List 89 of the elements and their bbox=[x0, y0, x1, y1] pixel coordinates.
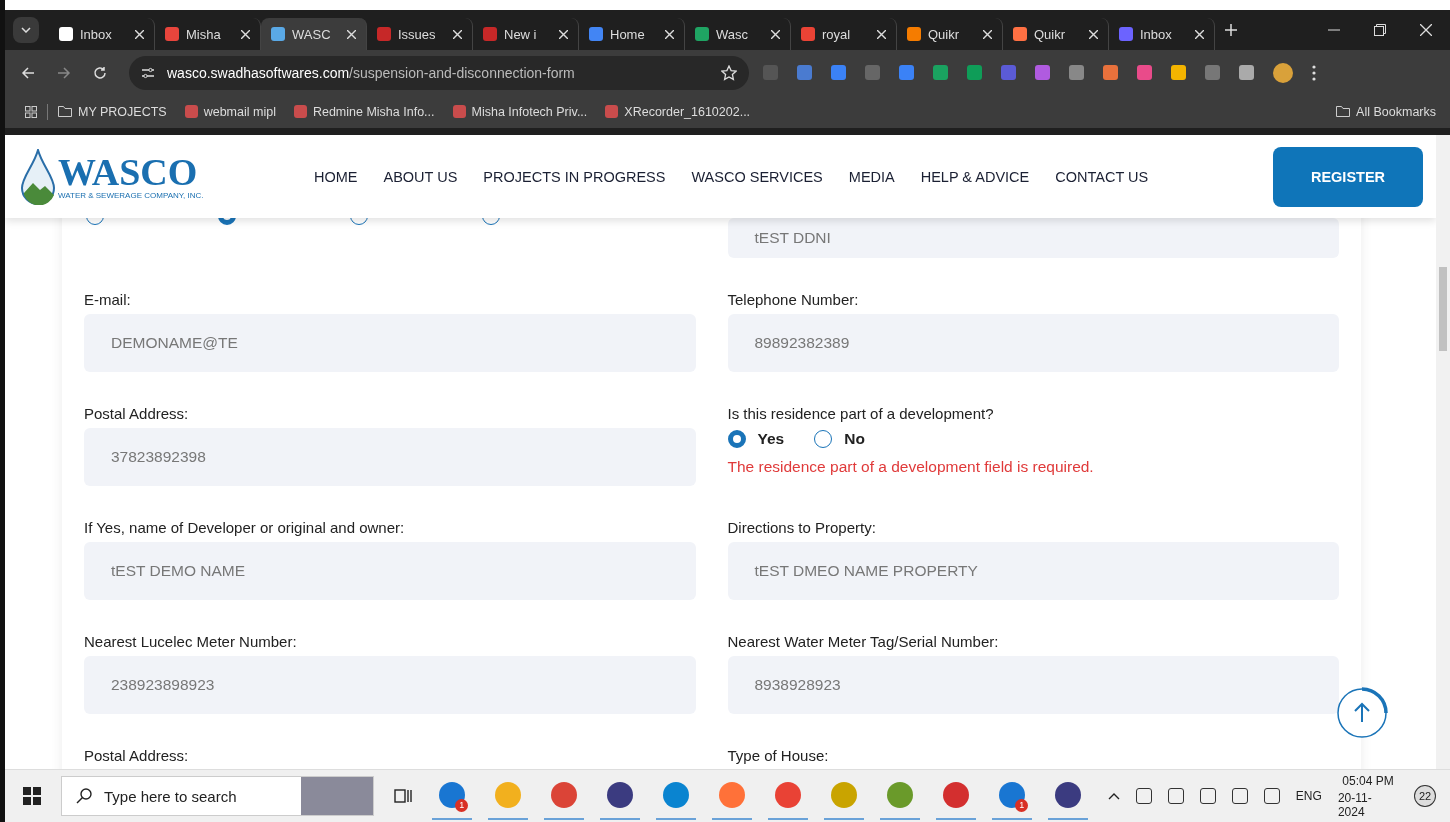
favicon-icon bbox=[184, 105, 198, 118]
input-field[interactable]: 238923898923 bbox=[84, 656, 696, 714]
input-field[interactable]: 37823892398 bbox=[84, 428, 696, 486]
new-tab-icon[interactable] bbox=[1225, 24, 1237, 36]
nav-link[interactable]: ABOUT US bbox=[383, 168, 458, 185]
field-label: Nearest Lucelec Meter Number: bbox=[84, 633, 298, 652]
radio-label: Yes bbox=[757, 430, 785, 448]
close-icon[interactable] bbox=[1089, 29, 1098, 39]
input-field[interactable]: tEST DMEO NAME PROPERTY bbox=[727, 542, 1339, 600]
close-icon[interactable] bbox=[347, 29, 356, 39]
radio-button[interactable] bbox=[218, 218, 236, 225]
search-icon bbox=[75, 788, 92, 804]
field-label: Is this residence part of a development? bbox=[727, 405, 995, 424]
register-button[interactable]: REGISTER bbox=[1273, 146, 1423, 207]
field-label: Telephone Number: bbox=[727, 291, 860, 310]
clock[interactable]: 05:04 PM 20-11-2024 bbox=[1337, 773, 1399, 819]
apps-grid-icon[interactable] bbox=[25, 105, 37, 118]
error-message: The residence part of a development field is required. bbox=[727, 458, 1095, 476]
radio-button[interactable] bbox=[86, 218, 104, 225]
close-icon[interactable] bbox=[665, 29, 674, 39]
back-icon[interactable] bbox=[21, 65, 35, 80]
all-bookmarks-item[interactable]: All Bookmarks bbox=[1336, 104, 1436, 119]
folder-icon bbox=[58, 106, 72, 117]
restore-icon[interactable] bbox=[1374, 24, 1386, 36]
input-field[interactable]: 8938928923 bbox=[727, 656, 1339, 714]
favicon-icon bbox=[293, 105, 307, 118]
taskbar-search-field[interactable]: Type here to search bbox=[60, 776, 375, 816]
field-label: Postal Address: bbox=[84, 747, 190, 766]
field-label: If Yes, name of Developer or original and owner: bbox=[84, 519, 406, 538]
logo-title: WASCO bbox=[58, 153, 199, 191]
water-drop-logo-icon bbox=[20, 148, 56, 205]
close-icon[interactable] bbox=[559, 29, 568, 39]
close-icon[interactable] bbox=[1420, 24, 1432, 36]
reload-icon[interactable] bbox=[93, 65, 107, 80]
nav-link[interactable]: MEDIA bbox=[848, 168, 895, 185]
notification-badge: 1 bbox=[455, 799, 469, 812]
folder-icon bbox=[1336, 106, 1351, 117]
nav-link[interactable]: HELP & ADVICE bbox=[920, 168, 1030, 185]
radio-button[interactable] bbox=[727, 430, 746, 448]
menu-icon[interactable] bbox=[1312, 64, 1316, 81]
language-indicator[interactable]: ENG bbox=[1295, 789, 1322, 803]
close-icon[interactable] bbox=[983, 29, 992, 39]
address-bar[interactable]: wasco.swadhasoftwares.com/suspension-and-disconnection-form bbox=[129, 55, 749, 90]
nav-link[interactable]: WASCO SERVICES bbox=[691, 168, 823, 185]
caret-icon[interactable] bbox=[21, 27, 31, 33]
favicon-icon bbox=[605, 105, 619, 118]
windows-start-icon[interactable] bbox=[23, 787, 41, 805]
close-icon[interactable] bbox=[453, 29, 462, 39]
favicon-icon bbox=[452, 105, 466, 118]
radio-button[interactable] bbox=[814, 430, 833, 448]
profile-avatar[interactable] bbox=[1273, 62, 1293, 83]
task-view-icon[interactable] bbox=[394, 788, 413, 804]
bookmark-item[interactable]: webmail mipl bbox=[184, 104, 276, 119]
input-field[interactable]: tEST DEMO NAME bbox=[84, 542, 696, 600]
forward-icon[interactable] bbox=[57, 65, 71, 80]
site-info-icon[interactable] bbox=[141, 66, 155, 79]
nav-link[interactable]: CONTACT US bbox=[1055, 168, 1149, 185]
tray-icon[interactable] bbox=[1136, 788, 1153, 804]
close-icon[interactable] bbox=[877, 29, 886, 39]
browser-tab[interactable]: WASC bbox=[261, 18, 367, 50]
nav-link[interactable]: HOME bbox=[314, 168, 358, 185]
close-icon[interactable] bbox=[135, 29, 144, 39]
field-label: E-mail: bbox=[84, 291, 132, 310]
radio-button[interactable] bbox=[482, 218, 500, 225]
input-field[interactable]: DEMONAME@TE bbox=[84, 314, 696, 372]
chevron-up-icon[interactable] bbox=[1108, 792, 1121, 800]
logo-subtitle: WATER & SEWERAGE COMPANY, INC. bbox=[58, 191, 204, 200]
field-label: Nearest Water Meter Tag/Serial Number: bbox=[727, 633, 1000, 652]
radio-button[interactable] bbox=[350, 218, 368, 225]
input-field[interactable]: tEST DDNI bbox=[727, 218, 1339, 258]
tray-icon[interactable] bbox=[1263, 788, 1280, 804]
notification-button[interactable]: 22 bbox=[1414, 785, 1436, 807]
bookmark-item[interactable]: Misha Infotech Priv... bbox=[452, 104, 588, 119]
scroll-to-top-button[interactable] bbox=[1336, 687, 1388, 739]
star-icon[interactable] bbox=[721, 64, 737, 81]
close-icon[interactable] bbox=[1195, 29, 1204, 39]
radio-label: No bbox=[844, 430, 865, 448]
notification-badge: 1 bbox=[1015, 799, 1029, 812]
close-icon[interactable] bbox=[771, 29, 780, 39]
input-field[interactable]: 89892382389 bbox=[727, 314, 1339, 372]
field-label: Postal Address: bbox=[84, 405, 190, 424]
bookmark-item[interactable]: MY PROJECTS bbox=[58, 104, 167, 119]
close-icon[interactable] bbox=[241, 29, 250, 39]
bookmark-item[interactable]: Redmine Misha Info... bbox=[293, 104, 435, 119]
field-label: Directions to Property: bbox=[727, 519, 877, 538]
bookmark-item[interactable]: XRecorder_1610202... bbox=[605, 104, 751, 119]
scrollbar[interactable] bbox=[1436, 135, 1450, 769]
nav-link[interactable]: PROJECTS IN PROGRESS bbox=[483, 168, 666, 185]
field-label: Type of House: bbox=[727, 747, 830, 766]
